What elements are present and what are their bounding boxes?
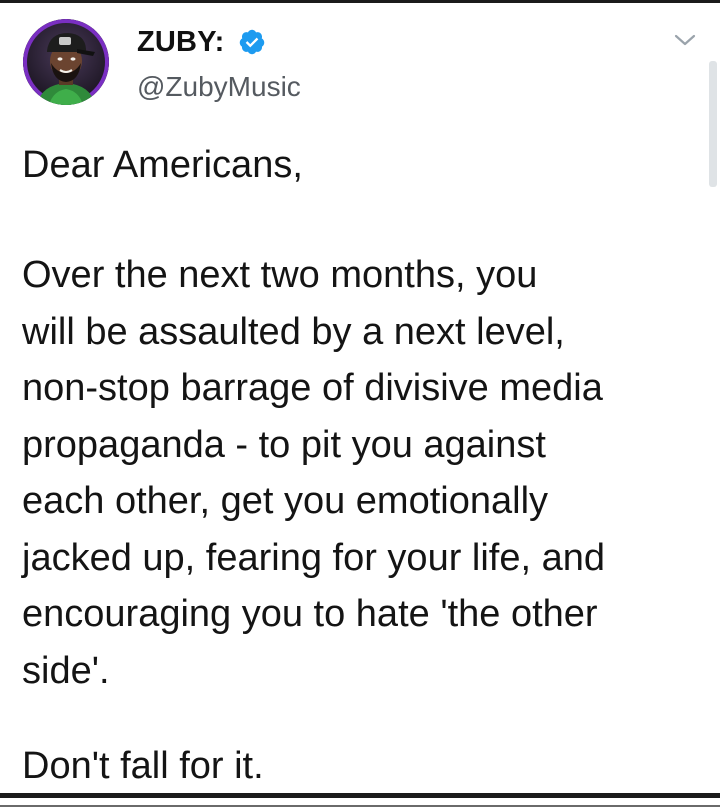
chevron-down-icon[interactable] [674,33,696,47]
tweet-body-line: encouraging you to hate 'the other [22,593,598,635]
tweet-body-line: Over the next two months, you [22,254,538,296]
user-handle[interactable]: @ZubyMusic [137,71,301,103]
tweet-body-line: each other, get you emotionally [22,480,549,522]
tweet-greeting: Dear Americans, [22,144,303,186]
verified-badge-icon [239,29,265,55]
tweet-card[interactable]: ZUBY: @ZubyMusic Dear Americans, Over th… [0,3,720,793]
avatar[interactable] [23,19,109,105]
scrollbar[interactable] [709,61,717,187]
tweet-body: Over the next two months, you will be as… [22,247,605,699]
tweet-body-line: side'. [22,649,110,692]
tweet-body-line: non-stop barrage of divisive media [22,367,603,409]
frame-bottom-border [0,793,720,798]
frame-bottom-line [0,805,720,807]
tweet-closing: Don't fall for it. [22,745,264,787]
tweet-body-line: will be assaulted by a next level, [22,310,565,353]
tweet-body-line: jacked up, fearing for your life, and [22,536,606,579]
user-name[interactable]: ZUBY: [137,25,224,59]
avatar-image [23,19,109,105]
tweet-body-line: propaganda - to pit you against [22,423,546,466]
